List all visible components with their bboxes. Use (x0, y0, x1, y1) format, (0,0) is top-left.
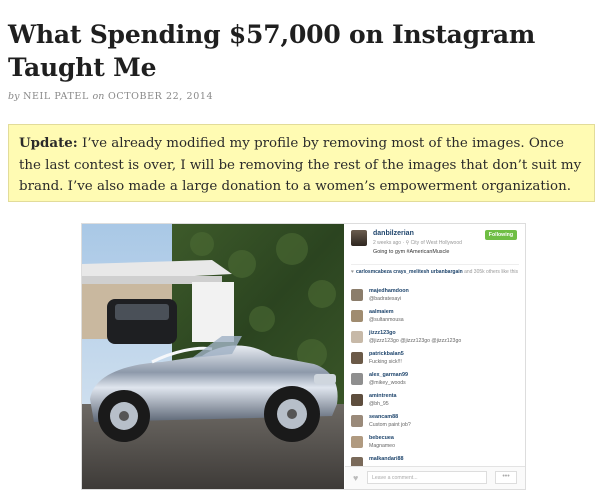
author-link[interactable]: NEIL PATEL (23, 91, 89, 102)
comment-text: @jizzz123go @jizzz123go @jizzz123go (369, 338, 462, 344)
byline-by: by (8, 91, 20, 102)
comment-user[interactable]: alex_garman99 (369, 372, 408, 378)
comment-list: majedhamdoon @badratesayi aalmaiem @sultan… (351, 288, 519, 477)
comment-user[interactable]: jizzz123go (369, 330, 396, 336)
list-item: jizzz123go @jizzz123go @jizzz123go @jizzz… (351, 330, 519, 351)
comment-avatar[interactable] (351, 289, 363, 301)
comment-text: @sultanmousa (369, 317, 404, 323)
comment-text: @bh_95 (369, 401, 389, 407)
comment-footer: ♥ Leave a comment... ••• (345, 466, 525, 489)
comment-input[interactable]: Leave a comment... (367, 471, 487, 484)
post-header: danbilzerian 2 weeks ago · ⚲ City of Wes… (351, 230, 521, 266)
like-heart-icon[interactable]: ♥ (353, 473, 358, 483)
following-button[interactable]: Following (484, 230, 517, 240)
byline: by NEIL PATEL on OCTOBER 22, 2014 (8, 91, 213, 102)
username-link[interactable]: danbilzerian (373, 230, 414, 237)
user-avatar[interactable] (351, 230, 367, 246)
likes-line: ♥ carlosmcabeza crays_melitesh urbanbarga… (351, 264, 519, 276)
list-item: alex_garman99 @mikey_woods (351, 372, 519, 393)
post-caption: Going to gym #AmericanMuscle (373, 249, 450, 255)
comment-text: @mikey_woods (369, 380, 406, 386)
comment-avatar[interactable] (351, 352, 363, 364)
list-item: majedhamdoon @badratesayi (351, 288, 519, 309)
list-item: aalmaiem @sultanmousa (351, 309, 519, 330)
car-photo-image (82, 224, 344, 489)
comment-avatar[interactable] (351, 415, 363, 427)
instagram-screenshot: danbilzerian 2 weeks ago · ⚲ City of Wes… (81, 223, 526, 490)
comment-text: Custom paint job? (369, 422, 411, 428)
list-item: amintrenta @bh_95 (351, 393, 519, 414)
comment-user[interactable]: amintrenta (369, 393, 397, 399)
article-title[interactable]: What Spending $57,000 on Instagram Taugh… (8, 18, 596, 84)
comment-user[interactable]: bebecuea (369, 435, 394, 441)
publish-date: OCTOBER 22, 2014 (107, 91, 214, 102)
list-item: patrickbalan5 Fucking sick!!! (351, 351, 519, 372)
instagram-panel: danbilzerian 2 weeks ago · ⚲ City of Wes… (345, 224, 525, 489)
page: What Spending $57,000 on Instagram Taugh… (0, 0, 600, 500)
comment-avatar[interactable] (351, 394, 363, 406)
list-item: seancam88 Custom paint job? (351, 414, 519, 435)
comment-avatar[interactable] (351, 373, 363, 385)
update-notice: Update: I’ve already modified my profile… (8, 124, 595, 202)
comment-text: Magnameo (369, 443, 395, 449)
comment-avatar[interactable] (351, 436, 363, 448)
likes-rest: and 305k others like this (462, 269, 518, 275)
more-options-button[interactable]: ••• (495, 471, 517, 484)
comment-user[interactable]: malkandari88 (369, 456, 403, 462)
comment-avatar[interactable] (351, 310, 363, 322)
comment-text: Fucking sick!!! (369, 359, 402, 365)
likes-names[interactable]: carlosmcabeza crays_melitesh urbanbargai… (356, 269, 463, 275)
comment-user[interactable]: aalmaiem (369, 309, 394, 315)
update-text: I’ve already modified my profile by remo… (19, 136, 582, 194)
list-item: bebecuea Magnameo (351, 435, 519, 456)
comment-user[interactable]: majedhamdoon (369, 288, 409, 294)
byline-on: on (92, 91, 105, 102)
update-label: Update: (19, 135, 78, 151)
post-meta: 2 weeks ago · ⚲ City of West Hollywood (373, 240, 462, 246)
heart-icon: ♥ (351, 269, 354, 275)
comment-text: @badratesayi (369, 296, 402, 302)
comment-avatar[interactable] (351, 331, 363, 343)
comment-user[interactable]: seancam88 (369, 414, 398, 420)
comment-user[interactable]: patrickbalan5 (369, 351, 404, 357)
car-photo (82, 224, 344, 489)
